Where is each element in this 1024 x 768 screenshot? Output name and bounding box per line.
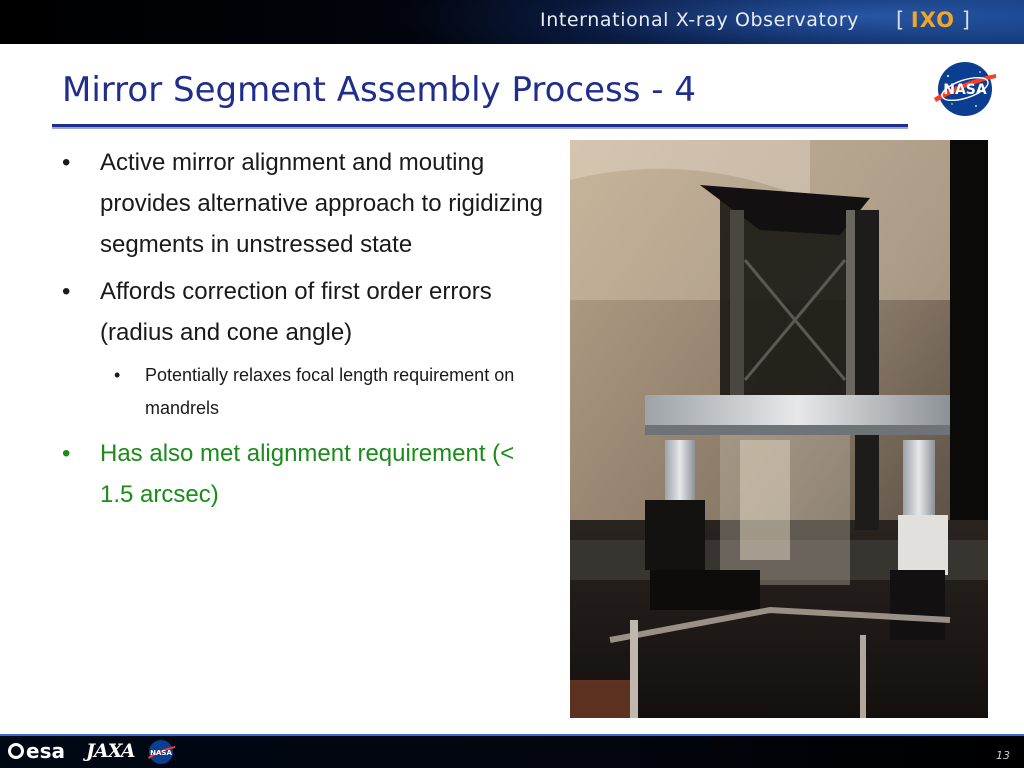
title-rule-shadow [52, 127, 908, 129]
bullet-glyph: • [62, 278, 71, 305]
sub-bullet-text: Potentially relaxes focal length require… [145, 365, 515, 418]
esa-mark-icon [8, 743, 24, 759]
photo-illustration [570, 140, 988, 718]
svg-text:NASA: NASA [943, 82, 987, 98]
jaxa-logo: JAXA [86, 740, 136, 762]
bullet-list: • Active mirror alignment and mouting pr… [62, 142, 552, 521]
nasa-small-icon: NASA [148, 740, 175, 764]
esa-logo: esa [8, 739, 65, 765]
bullet-text: Has also met alignment requirement (< 1.… [100, 440, 515, 508]
bullet-glyph: • [114, 365, 121, 385]
ixo-bracket-open: [ [896, 8, 905, 32]
svg-text:NASA: NASA [150, 749, 172, 757]
bullet-glyph: • [62, 149, 71, 176]
footer-band: esa JAXA NASA 13 [0, 734, 1024, 768]
bullet-text: Active mirror alignment and mouting prov… [100, 149, 543, 258]
ixo-bracket-close: ] [961, 8, 970, 32]
bullet-text: Affords correction of first order errors… [100, 278, 492, 346]
sub-bullet-item: • Potentially relaxes focal length requi… [62, 359, 552, 425]
header-band: International X-ray Observatory [ IXO ] [0, 0, 1024, 44]
esa-label: esa [26, 739, 65, 763]
bullet-item: • Affords correction of first order erro… [62, 271, 552, 353]
program-title: International X-ray Observatory [540, 9, 860, 31]
page-number: 13 [996, 749, 1010, 762]
bullet-glyph: • [62, 440, 71, 467]
mirror-assembly-photo [570, 140, 988, 718]
slide-title: Mirror Segment Assembly Process - 4 [62, 70, 696, 110]
nasa-meatball-icon: NASA [934, 62, 996, 116]
ixo-logo-text: IXO [910, 8, 955, 32]
bullet-item-highlight: • Has also met alignment requirement (< … [62, 433, 552, 515]
bullet-item: • Active mirror alignment and mouting pr… [62, 142, 552, 265]
ixo-logo: [ IXO ] [896, 8, 970, 36]
